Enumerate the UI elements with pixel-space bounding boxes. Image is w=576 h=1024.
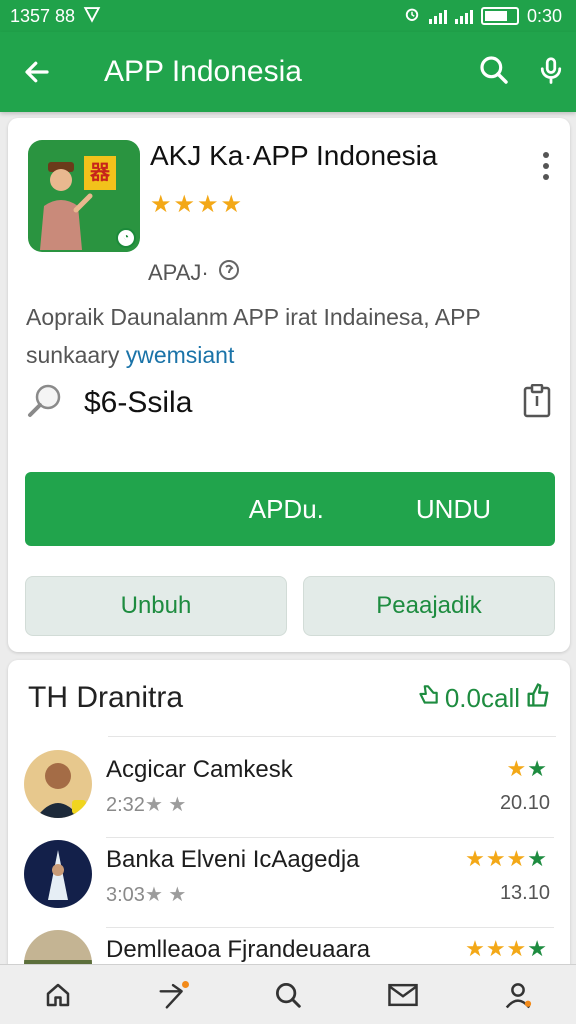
app-description: Aopraik Daunalanm APP irat Indainesa, AP… <box>26 298 546 374</box>
more-options-icon[interactable] <box>542 152 550 180</box>
review-date: 13.10 <box>499 882 550 904</box>
status-time: 1357 88 <box>10 5 76 26</box>
review-author: Demlleaoa Fjrandeuaara <box>106 936 371 963</box>
avatar <box>24 840 92 908</box>
secondary-button-left[interactable]: Unbuh <box>25 576 287 636</box>
signal-icon-2 <box>454 8 473 24</box>
search-icon[interactable] <box>268 975 308 1015</box>
bottom-navigation <box>0 964 576 1024</box>
profile-icon[interactable] <box>498 975 538 1015</box>
review-stars: ★★ <box>506 756 548 781</box>
avatar <box>24 750 92 818</box>
app-price: $6-Ssila <box>84 386 193 419</box>
secondary-button-right[interactable]: Peaajadik <box>303 576 555 636</box>
reviews-header: TH Dranitra 0.0call <box>28 678 552 718</box>
thumb-down-icon <box>415 682 441 715</box>
review-date: 20.10 <box>499 792 550 814</box>
review-item[interactable]: Banka Elveni IcAagedja 3:03★ ★ ★★★★ 13.1… <box>24 840 554 930</box>
review-stars: ★★★★ <box>465 936 548 961</box>
app-icon[interactable]: 器 ◔ <box>28 140 140 252</box>
install-button-label-left: APDu. <box>248 493 324 524</box>
developer-name[interactable]: APAJ· <box>148 260 209 286</box>
reviews-divider <box>108 736 556 737</box>
battery-icon <box>480 7 519 25</box>
reviews-count: 0.0call <box>444 682 520 713</box>
app-details-card: 器 ◔ AKJ Ka·APP Indonesia ★★★★ APAJ· Aopr… <box>8 118 570 652</box>
status-clock: 0:30 <box>526 5 562 26</box>
magnifier-icon <box>26 381 66 426</box>
reviews-title: TH Dranitra <box>28 681 184 714</box>
review-item[interactable]: Acgicar Camkesk 2:32★ ★ ★★ 20.10 <box>24 750 554 840</box>
reviews-card: TH Dranitra 0.0call Acgicar Camkesk 2:32… <box>8 660 570 998</box>
arrow-icon[interactable] <box>153 975 193 1015</box>
arrow-left-icon[interactable] <box>22 56 54 88</box>
description-line-2: sunkaary ywemsiant <box>26 342 235 368</box>
review-author: Banka Elveni IcAagedja <box>106 846 360 873</box>
status-bar: 1357 88 0:30 <box>0 0 576 32</box>
thumb-up-icon[interactable] <box>524 681 552 716</box>
app-icon-badge: ◔ <box>116 228 136 248</box>
signal-icon <box>428 8 447 24</box>
location-icon <box>83 5 101 28</box>
app-rating-stars: ★★★★ <box>150 191 245 218</box>
price-row: $6-Ssila <box>26 383 552 423</box>
install-button[interactable]: APDu. UNDU <box>25 472 555 546</box>
mic-icon[interactable] <box>536 55 566 90</box>
alarm-icon <box>403 5 421 28</box>
review-stars: ★★★★ <box>465 846 548 871</box>
mail-icon[interactable] <box>383 975 423 1015</box>
description-link[interactable]: ywemsiant <box>126 342 235 368</box>
review-author: Acgicar Camkesk <box>106 756 293 783</box>
app-bar: APP Indonesia <box>0 32 576 112</box>
clipboard-icon[interactable] <box>522 383 552 423</box>
reviews-count-link[interactable]: 0.0call <box>415 681 552 716</box>
install-button-label: UNDU <box>415 493 491 524</box>
review-divider <box>106 927 554 928</box>
page-title: APP Indonesia <box>104 55 302 88</box>
app-name: AKJ Ka·APP Indonesia <box>150 140 438 171</box>
home-icon[interactable] <box>38 975 78 1015</box>
review-meta: 2:32★ ★ <box>106 794 187 816</box>
verified-icon <box>217 258 241 288</box>
app-icon-sign: 器 <box>84 156 116 190</box>
developer-row: APAJ· <box>148 258 241 288</box>
search-icon[interactable] <box>478 54 510 91</box>
review-meta: 3:03★ ★ <box>106 884 187 906</box>
description-line-1: Aopraik Daunalanm APP irat Indainesa, AP… <box>26 304 481 330</box>
review-divider <box>106 837 554 838</box>
